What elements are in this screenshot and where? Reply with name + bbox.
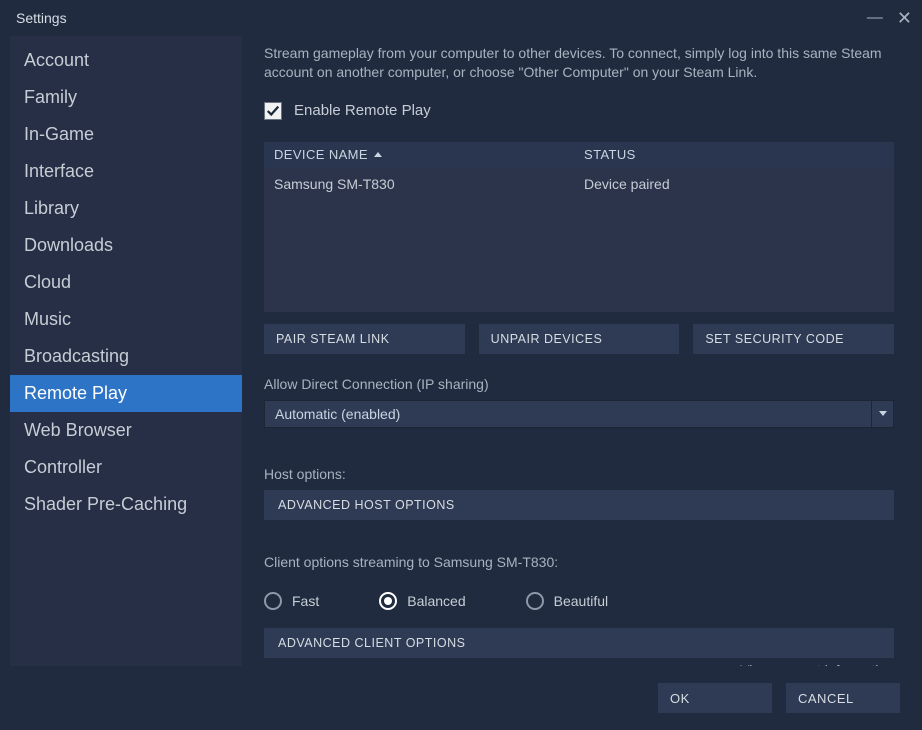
sidebar-item-account[interactable]: Account	[10, 42, 242, 79]
device-table: DEVICE NAME STATUS Samsung SM-T830 Devic…	[264, 142, 894, 312]
radio-beautiful[interactable]: Beautiful	[526, 592, 608, 610]
device-buttons-row: PAIR STEAM LINK UNPAIR DEVICES SET SECUR…	[264, 324, 894, 354]
sidebar-item-in-game[interactable]: In-Game	[10, 116, 242, 153]
settings-window: Settings — ✕ Account Family In-Game Inte…	[0, 0, 922, 730]
sidebar-item-controller[interactable]: Controller	[10, 449, 242, 486]
close-icon[interactable]: ✕	[897, 8, 912, 29]
direct-connection-label: Allow Direct Connection (IP sharing)	[264, 376, 894, 392]
client-options-label: Client options streaming to Samsung SM-T…	[264, 554, 894, 570]
device-table-body: Samsung SM-T830 Device paired	[264, 168, 894, 312]
radio-icon	[379, 592, 397, 610]
col-device-name[interactable]: DEVICE NAME	[274, 147, 584, 162]
col-device-name-label: DEVICE NAME	[274, 147, 368, 162]
sidebar-item-remote-play[interactable]: Remote Play	[10, 375, 242, 412]
direct-connection-value: Automatic (enabled)	[264, 400, 872, 428]
direct-connection-dropdown-button[interactable]	[872, 400, 894, 428]
radio-balanced[interactable]: Balanced	[379, 592, 465, 610]
sort-ascending-icon	[374, 152, 382, 157]
device-row-name: Samsung SM-T830	[274, 176, 584, 192]
advanced-client-options-button[interactable]: ADVANCED CLIENT OPTIONS	[264, 628, 894, 658]
advanced-host-options-button[interactable]: ADVANCED HOST OPTIONS	[264, 490, 894, 520]
ok-button[interactable]: OK	[658, 683, 772, 713]
sidebar-item-broadcasting[interactable]: Broadcasting	[10, 338, 242, 375]
radio-fast[interactable]: Fast	[264, 592, 319, 610]
window-controls: — ✕	[867, 8, 912, 29]
direct-connection-select[interactable]: Automatic (enabled)	[264, 400, 894, 428]
sidebar-item-interface[interactable]: Interface	[10, 153, 242, 190]
radio-beautiful-label: Beautiful	[554, 593, 608, 609]
device-row-status: Device paired	[584, 176, 884, 192]
sidebar-item-library[interactable]: Library	[10, 190, 242, 227]
enable-remote-play-label: Enable Remote Play	[294, 102, 431, 119]
dialog-body: Account Family In-Game Interface Library…	[0, 36, 922, 666]
enable-remote-play-row[interactable]: Enable Remote Play	[264, 102, 894, 120]
sidebar-item-downloads[interactable]: Downloads	[10, 227, 242, 264]
sidebar-item-shader-precaching[interactable]: Shader Pre-Caching	[10, 486, 242, 523]
col-status[interactable]: STATUS	[584, 147, 884, 162]
radio-icon	[264, 592, 282, 610]
pair-steam-link-button[interactable]: PAIR STEAM LINK	[264, 324, 465, 354]
set-security-code-button[interactable]: SET SECURITY CODE	[693, 324, 894, 354]
host-options-label: Host options:	[264, 466, 894, 482]
radio-balanced-label: Balanced	[407, 593, 465, 609]
cancel-button[interactable]: CANCEL	[786, 683, 900, 713]
sidebar-item-music[interactable]: Music	[10, 301, 242, 338]
settings-sidebar: Account Family In-Game Interface Library…	[10, 36, 242, 666]
enable-remote-play-checkbox[interactable]	[264, 102, 282, 120]
intro-text: Stream gameplay from your computer to ot…	[264, 44, 894, 82]
checkmark-icon	[266, 104, 280, 118]
sidebar-item-web-browser[interactable]: Web Browser	[10, 412, 242, 449]
radio-fast-label: Fast	[292, 593, 319, 609]
client-quality-radios: Fast Balanced Beautiful	[264, 592, 894, 610]
titlebar: Settings — ✕	[0, 0, 922, 36]
settings-content: Stream gameplay from your computer to ot…	[242, 36, 912, 666]
chevron-down-icon	[879, 411, 887, 416]
window-title: Settings	[10, 10, 867, 26]
minimize-icon[interactable]: —	[867, 9, 883, 27]
radio-icon	[526, 592, 544, 610]
sidebar-item-family[interactable]: Family	[10, 79, 242, 116]
dialog-footer: OK CANCEL	[0, 666, 922, 730]
sidebar-item-cloud[interactable]: Cloud	[10, 264, 242, 301]
device-table-header: DEVICE NAME STATUS	[264, 142, 894, 168]
device-row[interactable]: Samsung SM-T830 Device paired	[264, 168, 894, 192]
unpair-devices-button[interactable]: UNPAIR DEVICES	[479, 324, 680, 354]
